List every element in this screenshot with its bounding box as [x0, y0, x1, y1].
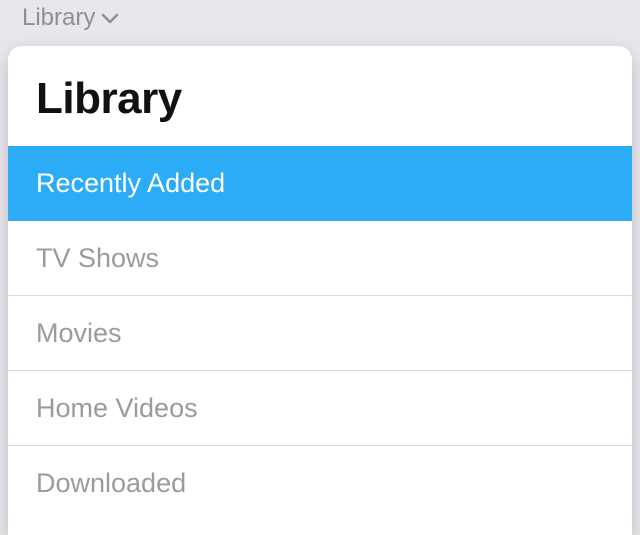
menu-item-recently-added[interactable]: Recently Added: [8, 146, 632, 221]
nav-trigger-label: Library: [22, 4, 95, 32]
library-dropdown-trigger[interactable]: Library: [22, 4, 119, 32]
panel-title: Library: [8, 66, 632, 146]
menu-item-label: Home Videos: [36, 393, 198, 423]
library-dropdown-panel: Library Recently Added TV Shows Movies H…: [8, 46, 632, 535]
menu-item-label: Recently Added: [36, 168, 225, 198]
panel-pointer: [53, 46, 85, 48]
menu-item-label: Downloaded: [36, 468, 186, 498]
menu-item-downloaded[interactable]: Downloaded: [8, 446, 632, 520]
menu-item-label: TV Shows: [36, 243, 159, 273]
menu-item-label: Movies: [36, 318, 122, 348]
menu-item-movies[interactable]: Movies: [8, 296, 632, 371]
menu-item-home-videos[interactable]: Home Videos: [8, 371, 632, 446]
library-menu: Recently Added TV Shows Movies Home Vide…: [8, 146, 632, 520]
menu-item-tv-shows[interactable]: TV Shows: [8, 221, 632, 296]
chevron-down-icon: [101, 13, 119, 25]
